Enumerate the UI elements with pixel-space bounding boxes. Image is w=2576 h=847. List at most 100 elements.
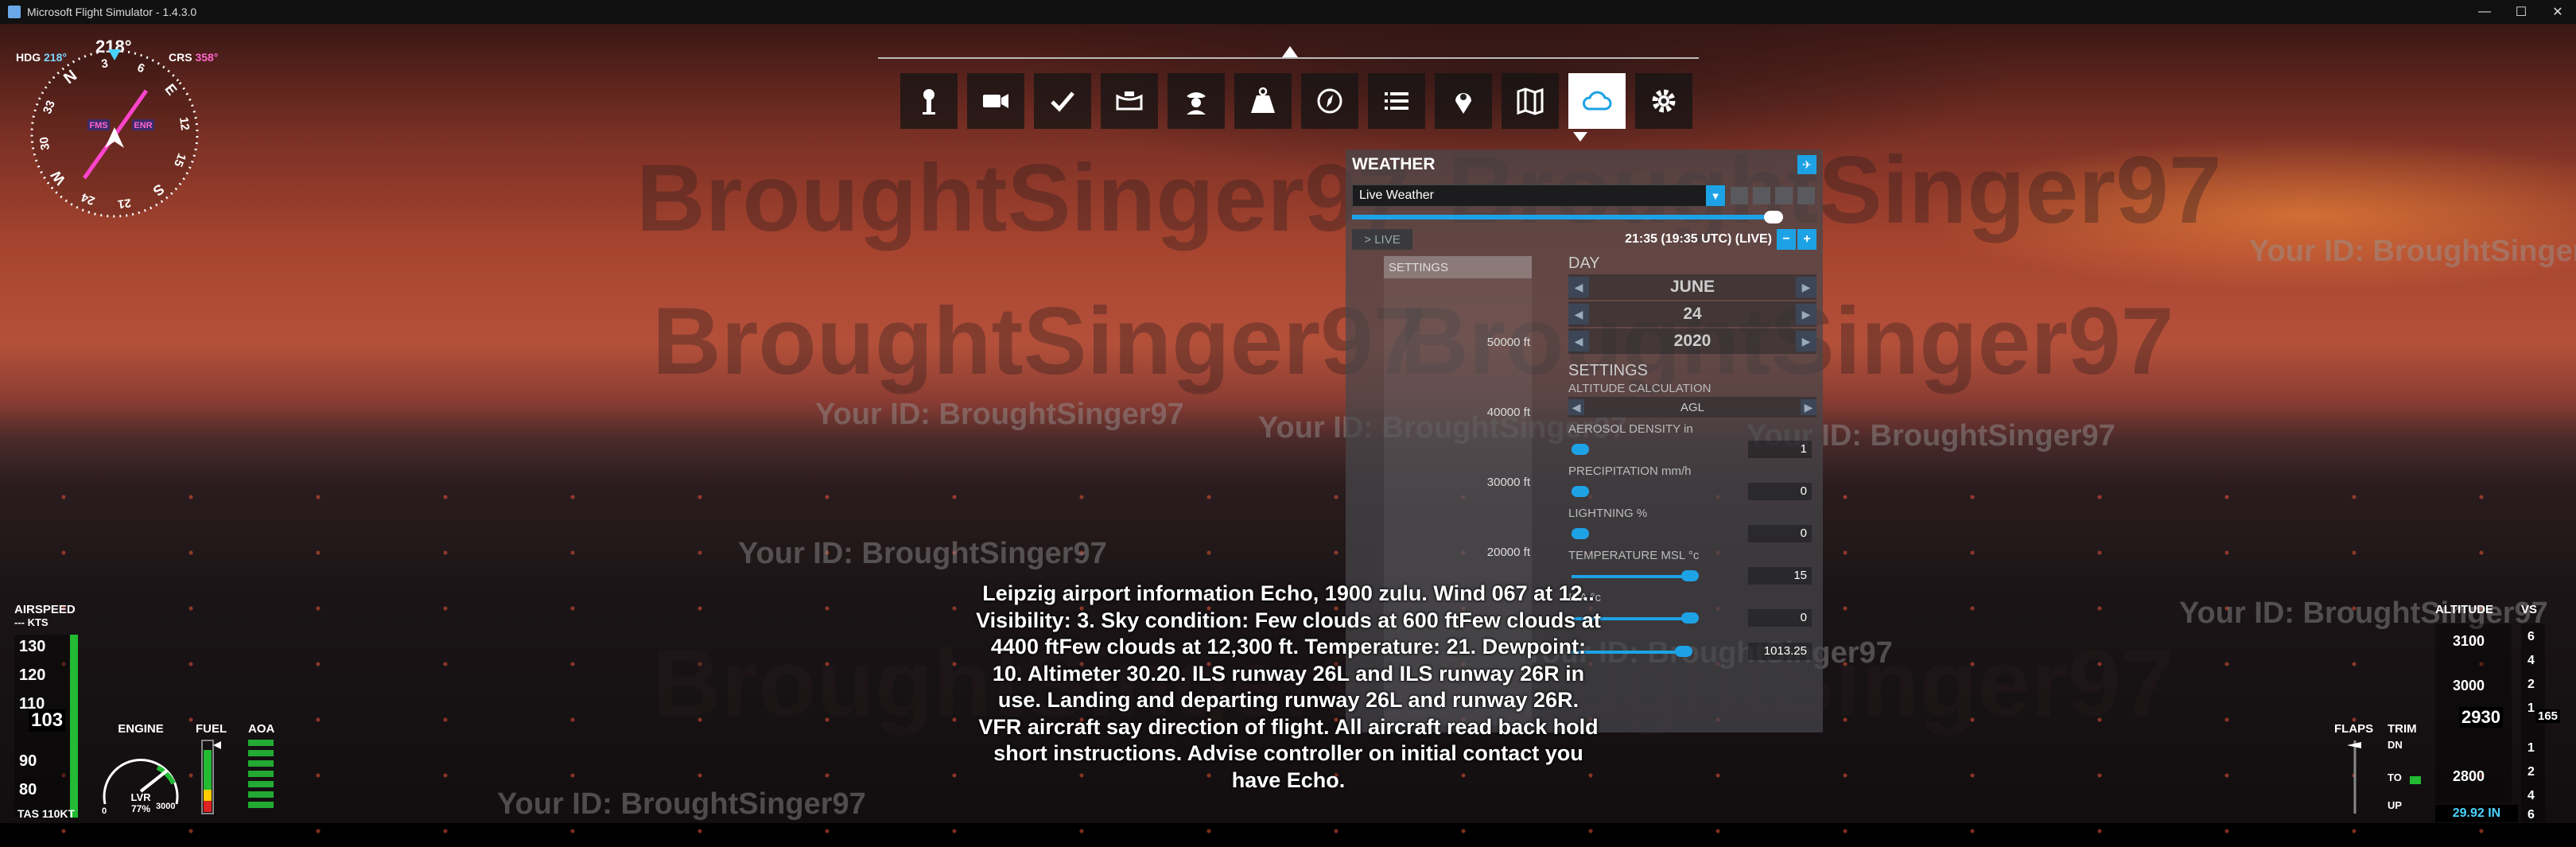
watermark-text: Your ID: BroughtSinger97 [738, 537, 1107, 570]
toolbar-collapse-caret[interactable] [1282, 46, 1298, 57]
aoa-segment [248, 791, 274, 798]
temperature-slider-thumb[interactable] [1681, 570, 1699, 581]
copilot-button[interactable] [1168, 73, 1225, 129]
pressure-value[interactable]: 1013.25 [1748, 643, 1812, 660]
altitude-label: 30000 ft [1486, 476, 1530, 489]
vs-tick: 2 [2527, 678, 2535, 691]
camera-icon [983, 94, 1008, 108]
minimize-button[interactable]: — [2466, 0, 2503, 24]
lightning-slider-thumb[interactable] [1572, 528, 1589, 539]
airspeed-tick: 80 [19, 781, 37, 798]
aoa-segment [248, 771, 274, 777]
isa-slider[interactable]: 0 [1568, 604, 1816, 628]
delete-preset-button[interactable] [1797, 187, 1815, 204]
close-button[interactable]: ✕ [2539, 0, 2576, 24]
altitude-tape: ALTITUDE 3100 3000 2800 2930 29.92 IN [2435, 603, 2518, 823]
pin-panel-button[interactable]: ✈ [1797, 155, 1816, 174]
month-next-button[interactable]: ▶ [1796, 277, 1816, 297]
time-slider[interactable] [1352, 211, 1783, 223]
aerosol-label: AEROSOL DENSITY in [1568, 422, 1693, 436]
aoa-segment [248, 781, 274, 787]
altitude-calc-next-button[interactable]: ▶ [1800, 399, 1816, 415]
temperature-slider[interactable]: 15 [1568, 562, 1816, 586]
precipitation-slider[interactable]: 0 [1568, 478, 1816, 502]
atc-button[interactable] [900, 73, 958, 129]
airspeed-tick: 90 [19, 752, 37, 770]
lightning-label: LIGHTNING % [1568, 507, 1648, 520]
time-minus-button[interactable]: − [1777, 229, 1796, 250]
aerosol-value[interactable]: 1 [1748, 441, 1812, 458]
isa-slider-thumb[interactable] [1681, 612, 1699, 624]
save-preset-button[interactable] [1731, 187, 1748, 204]
navlog-button[interactable] [1301, 73, 1358, 129]
trim-up: UP [2388, 799, 2403, 811]
pointer-button[interactable] [1435, 73, 1492, 129]
day-next-button[interactable]: ▶ [1795, 304, 1816, 324]
pressure-slider-thumb[interactable] [1675, 646, 1692, 657]
altitude-tick: 2800 [2453, 768, 2485, 784]
settings-button[interactable] [1635, 73, 1692, 129]
day-header: DAY [1568, 254, 1600, 272]
chevron-down-icon: ▼ [1706, 185, 1725, 206]
day-prev-button[interactable]: ◀ [1568, 304, 1589, 324]
time-slider-thumb[interactable] [1764, 211, 1783, 223]
aerosol-slider[interactable]: 1 [1568, 436, 1816, 460]
save-as-preset-button[interactable] [1753, 187, 1770, 204]
altitude-calc-prev-button[interactable]: ◀ [1568, 399, 1584, 415]
watermark-text: Your ID: BroughtSinger97 [497, 787, 866, 821]
map-pin-icon [1455, 93, 1471, 114]
camera-button[interactable] [967, 73, 1024, 129]
altitude-title: ALTITUDE [2435, 603, 2494, 616]
rename-preset-button[interactable] [1775, 187, 1793, 204]
fuel-bar [201, 740, 221, 814]
aoa-title: AOA [248, 722, 275, 736]
watermark-large: BroughtSinger97 [636, 145, 1411, 251]
altitude-label: 50000 ft [1486, 336, 1530, 349]
live-label: LIVE [1374, 232, 1401, 247]
vfr-map-icon [1517, 87, 1544, 115]
weather-button[interactable] [1568, 73, 1626, 129]
month-value: JUNE [1669, 278, 1715, 296]
precipitation-slider-thumb[interactable] [1572, 486, 1589, 497]
weather-preset-select[interactable]: Live Weather ▼ [1352, 185, 1726, 207]
lightning-slider[interactable]: 0 [1568, 520, 1816, 544]
weather-cloud-icon [1583, 91, 1612, 111]
precipitation-value[interactable]: 0 [1748, 483, 1812, 500]
weight-balance-button[interactable] [1234, 73, 1292, 129]
time-display: 21:35 (19:35 UTC) (LIVE) [1625, 232, 1772, 246]
compass-icon [1317, 88, 1342, 114]
atc-tower-icon [923, 89, 935, 115]
month-prev-button[interactable]: ◀ [1568, 277, 1589, 297]
trim-indicator: TRIM DN TO UP [2388, 722, 2435, 823]
compass-30: 30 [37, 136, 52, 151]
weather-preset-value: Live Weather [1359, 188, 1434, 202]
barometer-setting[interactable]: 29.92 IN [2435, 805, 2518, 822]
isa-label: ISA °c [1568, 591, 1602, 604]
engine-title: ENGINE [118, 722, 164, 736]
year-prev-button[interactable]: ◀ [1568, 331, 1589, 352]
lightning-value[interactable]: 0 [1748, 525, 1812, 542]
airspeed-green-band [70, 635, 78, 818]
checklist-button[interactable] [1034, 73, 1091, 129]
year-next-button[interactable]: ▶ [1796, 331, 1816, 352]
time-plus-button[interactable]: + [1797, 229, 1816, 250]
watermark-text: Your ID: BroughtSinger97 [2249, 235, 2576, 268]
altitude-tick: 3000 [2453, 678, 2485, 694]
live-button[interactable]: > LIVE [1352, 229, 1412, 250]
objectives-button[interactable] [1368, 73, 1425, 129]
vs-tick: 4 [2527, 789, 2535, 802]
active-tool-indicator [1573, 132, 1587, 142]
maximize-button[interactable]: ☐ [2503, 0, 2539, 24]
controls-icon [1116, 91, 1143, 111]
pressure-slider[interactable]: 1013.25 [1568, 638, 1816, 662]
isa-value[interactable]: 0 [1748, 609, 1812, 627]
aerosol-slider-thumb[interactable] [1572, 444, 1589, 455]
lvr-percent: 77% [131, 803, 150, 814]
compass-12: 12 [177, 116, 192, 131]
airspeed-title: AIRSPEED [14, 603, 76, 616]
vfr-map-button[interactable] [1502, 73, 1559, 129]
fuel-gauge: FUEL [196, 722, 227, 823]
controls-button[interactable] [1101, 73, 1158, 129]
temperature-value[interactable]: 15 [1748, 567, 1812, 585]
atis-subtitle: Leipzig airport information Echo, 1900 z… [976, 581, 1601, 792]
